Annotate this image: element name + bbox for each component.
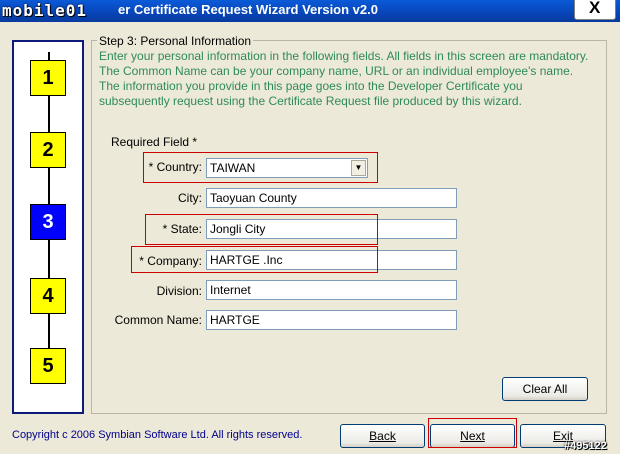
- city-label: City:: [178, 191, 202, 205]
- close-icon: X: [589, 0, 601, 17]
- image-id-watermark: #495122: [564, 440, 607, 452]
- steps-panel: 1 2 3 4 5: [12, 40, 84, 414]
- step-4: 4: [30, 278, 66, 314]
- country-label: * Country:: [148, 160, 202, 174]
- common-name-field[interactable]: HARTGE: [206, 310, 457, 330]
- step-5: 5: [30, 348, 66, 384]
- next-button-label: Next: [460, 429, 485, 443]
- country-select[interactable]: TAIWAN ▼: [206, 158, 368, 178]
- copyright-text: Copyright c 2006 Symbian Software Ltd. A…: [12, 429, 303, 441]
- chevron-down-icon[interactable]: ▼: [351, 160, 366, 176]
- window-title: er Certificate Request Wizard Version v2…: [118, 2, 378, 17]
- company-field[interactable]: HARTGE .Inc: [206, 250, 457, 270]
- state-label: * State:: [162, 222, 202, 236]
- required-field-note: Required Field *: [111, 135, 198, 149]
- close-button[interactable]: X: [574, 0, 616, 20]
- common-name-label: Common Name:: [114, 313, 202, 327]
- state-field[interactable]: Jongli City: [206, 219, 457, 239]
- step-3-current: 3: [30, 204, 66, 240]
- back-button-label: Back: [369, 429, 396, 443]
- clear-all-button[interactable]: Clear All: [502, 377, 588, 401]
- back-button[interactable]: Back: [340, 424, 425, 448]
- step-2: 2: [30, 132, 66, 168]
- city-field[interactable]: Taoyuan County: [206, 188, 457, 208]
- division-label: Division:: [156, 284, 202, 298]
- step-1: 1: [30, 60, 66, 96]
- country-value: TAIWAN: [210, 161, 256, 175]
- step-title: Step 3: Personal Information: [97, 34, 254, 48]
- title-bar: er Certificate Request Wizard Version v2…: [0, 0, 620, 22]
- next-button[interactable]: Next: [430, 424, 515, 448]
- watermark-logo: mobile01: [2, 1, 88, 20]
- step-description: Enter your personal information in the f…: [99, 49, 589, 108]
- division-field[interactable]: Internet: [206, 280, 457, 300]
- company-label: * Company:: [139, 254, 202, 268]
